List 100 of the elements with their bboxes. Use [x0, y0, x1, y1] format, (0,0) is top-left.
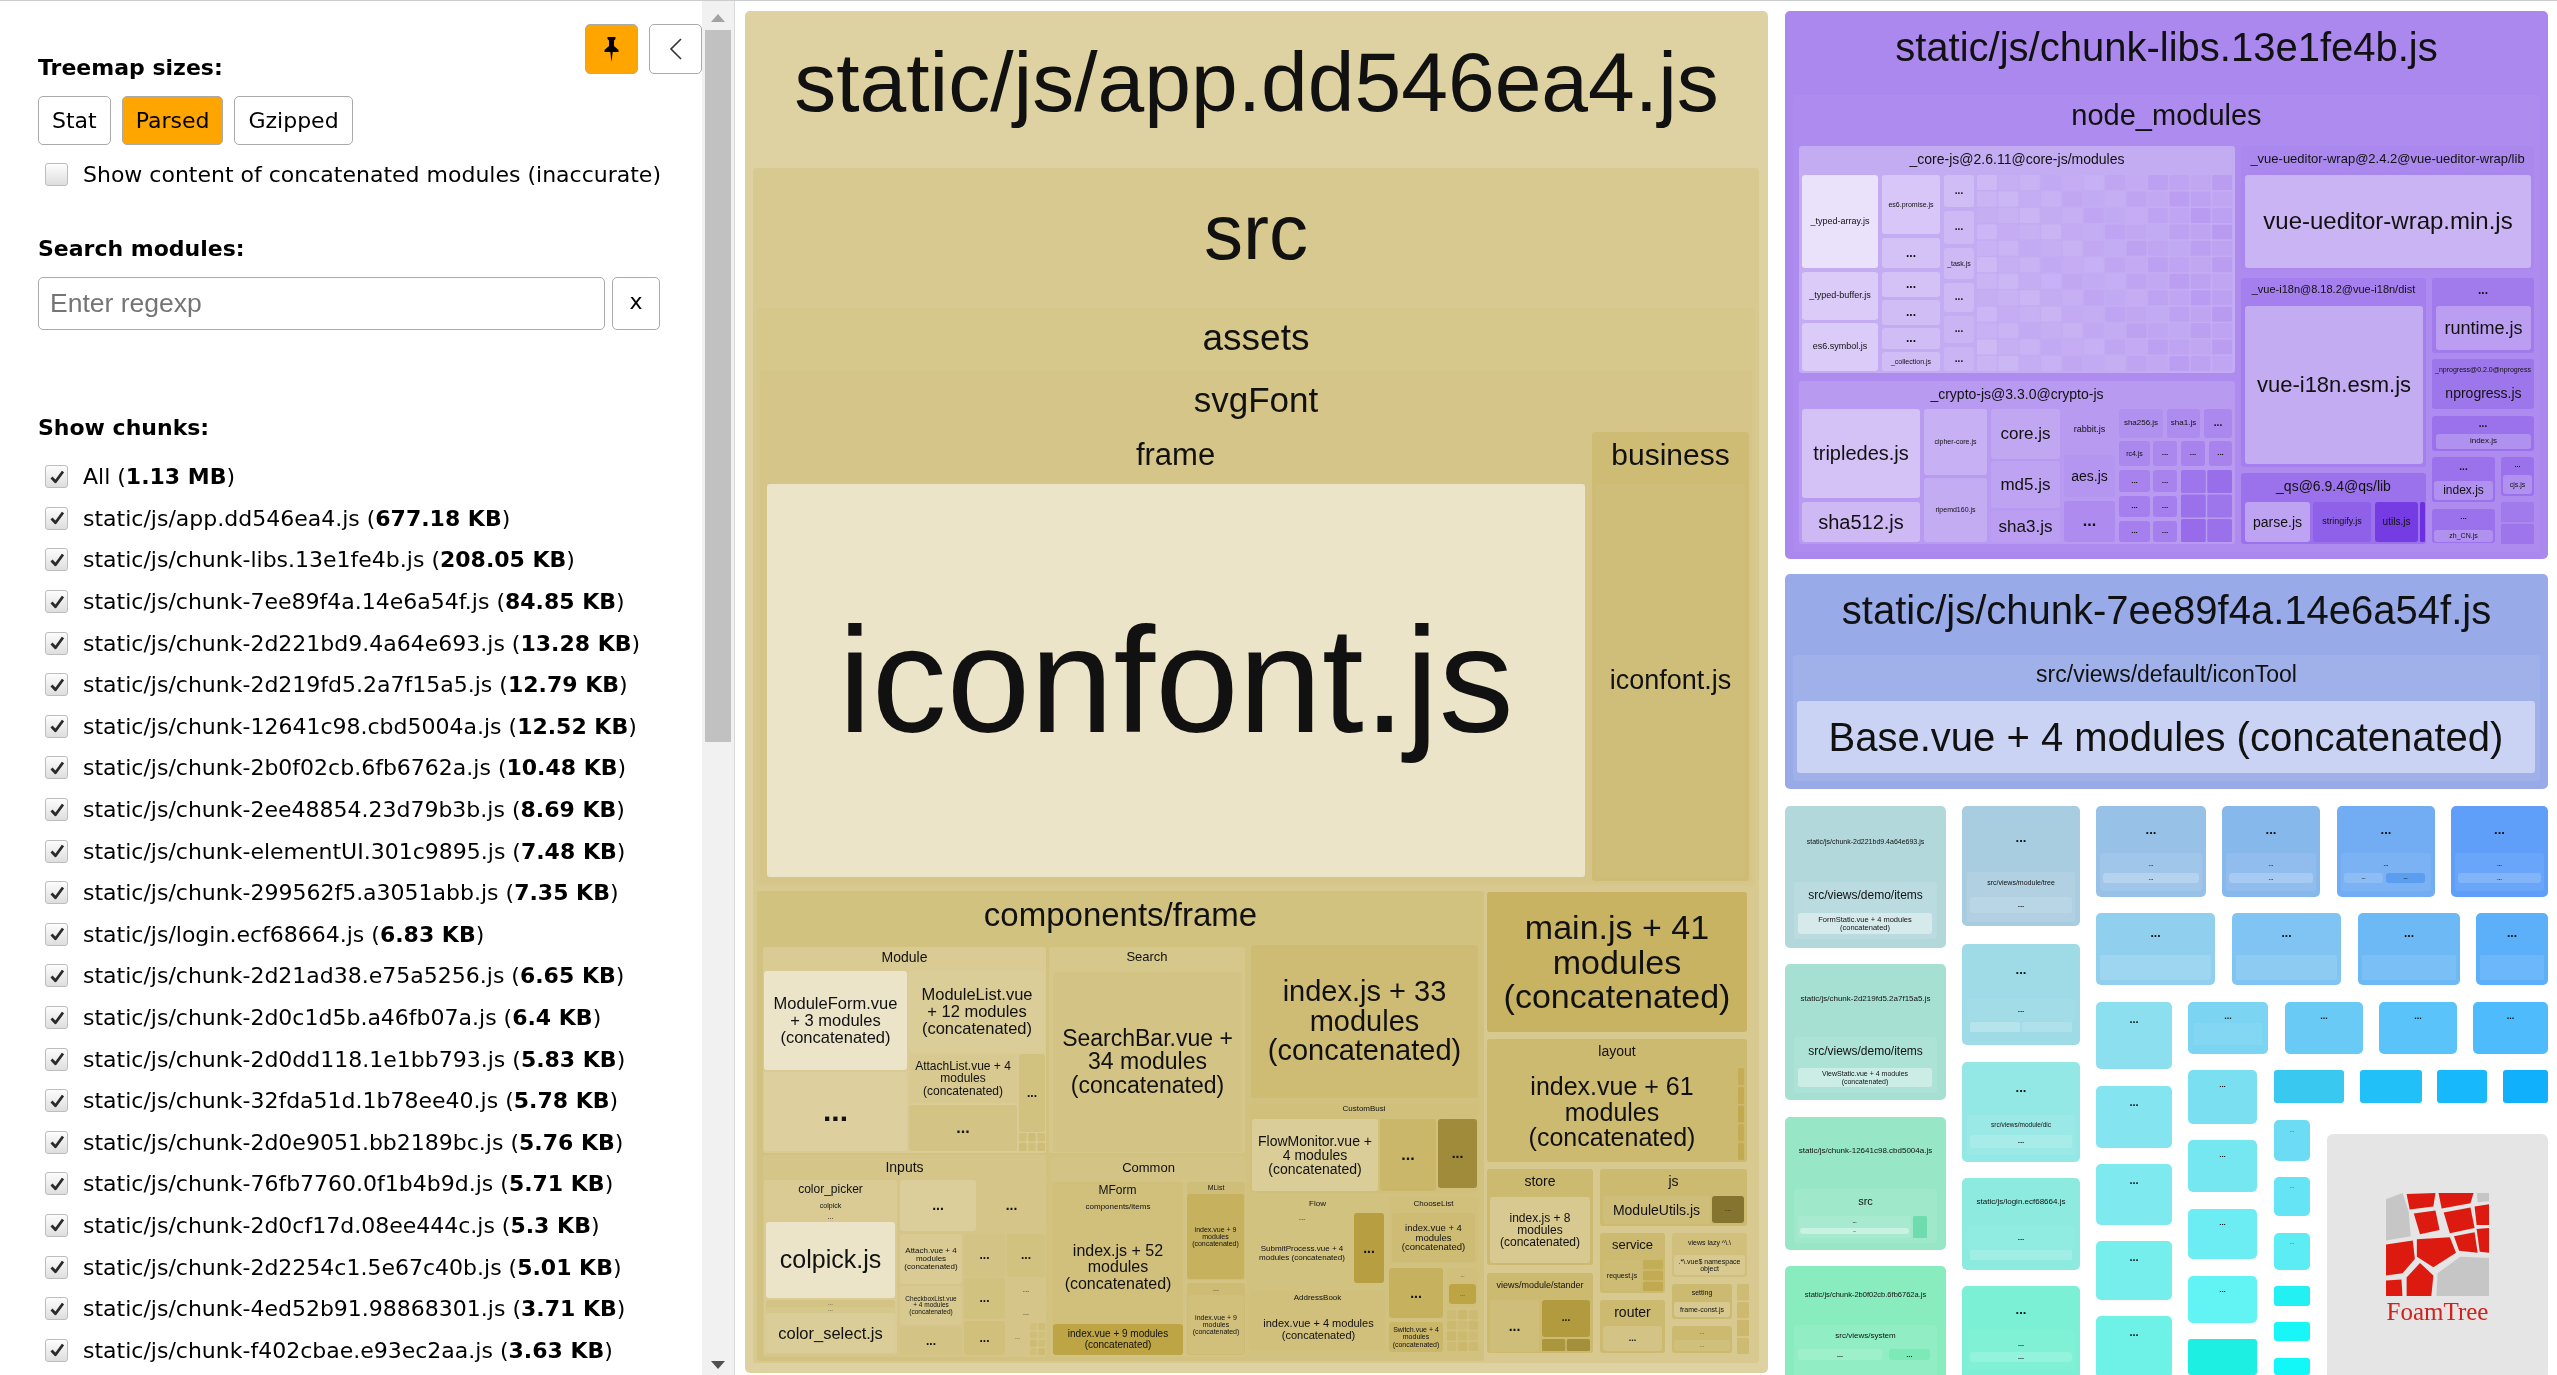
chunk-filter-label[interactable]: static/js/chunk-2d2254c1.5e67c40b.js (5.01 KB)	[83, 1254, 622, 1280]
checkbox[interactable]	[45, 590, 68, 614]
folder-tile[interactable]: _qs@6.9.4@qs/lib parse.js stringify.js utils.js	[2241, 473, 2426, 544]
checkbox[interactable]	[45, 1089, 68, 1113]
chunk-filter-label[interactable]: static/js/chunk-f402cbae.e93ec2aa.js (3.63 KB)	[83, 1337, 613, 1363]
checkbox[interactable]	[45, 714, 68, 738]
chunk-filter-label[interactable]: static/js/chunk-76fb7760.0f1b4b9d.js (5.71 KB)	[83, 1171, 614, 1197]
checkbox[interactable]	[45, 506, 68, 530]
module-tile[interactable]: ...	[1944, 283, 1974, 312]
chunk-tile[interactable]: ...	[2188, 1070, 2257, 1124]
module-tile[interactable]: ...	[2153, 441, 2177, 466]
chunk-filter-label[interactable]: static/js/chunk-2d0cf17d.08ee444c.js (5.3 KB)	[83, 1213, 600, 1238]
chunk-filter-label[interactable]: static/js/chunk-2d21ad38.e75a5256.js (6.65 KB)	[83, 963, 625, 989]
module-tile[interactable]: ...	[1944, 211, 1974, 244]
chunk-filter-label[interactable]: static/js/login.ecf68664.js (6.83 KB)	[83, 921, 485, 947]
module-tile[interactable]: ...	[2153, 470, 2177, 492]
down-arrow-icon[interactable]	[711, 1361, 725, 1369]
module-tile[interactable]: ...	[1882, 272, 1940, 297]
checkbox[interactable]	[45, 1172, 68, 1196]
module-tile[interactable]: ...	[2153, 496, 2177, 517]
checkbox[interactable]	[45, 1255, 68, 1279]
module-tile[interactable]: sha1.js	[2167, 409, 2200, 438]
chunk-filter-label[interactable]: static/js/chunk-2b0f02cb.6fb6762a.js (10.48 KB)	[83, 755, 627, 781]
checkbox[interactable]	[45, 756, 68, 780]
module-tile[interactable]: ...	[2181, 441, 2205, 466]
checkbox[interactable]	[45, 798, 68, 822]
module-tile[interactable]: ...	[2119, 521, 2150, 542]
module-tile[interactable]: ...	[1882, 238, 1940, 268]
module-tile[interactable]: _typed-buffer.js	[1802, 272, 1878, 320]
collapse-button[interactable]	[649, 24, 702, 74]
module-tile[interactable]: ...	[1967, 1226, 2075, 1250]
module-tile[interactable]: ...	[1967, 999, 2075, 1021]
module-tile[interactable]: ...	[1603, 1326, 1662, 1351]
chunk-filter-label[interactable]: static/js/chunk-2d0dd118.1e1bb793.js (5.83 KB)	[83, 1046, 626, 1072]
checkbox[interactable]	[45, 465, 68, 489]
module-tile[interactable]: index.js	[2436, 434, 2531, 449]
chunk-tile[interactable]	[2360, 1070, 2422, 1103]
folder-tile[interactable]: MForm components/items index.js + 52 modules (concatenated) index.vue + 9 modules (concatenated)	[1052, 1182, 1183, 1355]
chunk-filter-label[interactable]: static/js/chunk-elementUI.301c9895.js (7.48 KB)	[83, 838, 626, 864]
checkbox[interactable]	[45, 1130, 68, 1154]
checkbox[interactable]	[45, 964, 68, 988]
checkbox[interactable]	[45, 1047, 68, 1071]
chunk-filter-label[interactable]: All (1.13 MB)	[83, 464, 236, 490]
module-tile[interactable]: ...	[2119, 496, 2150, 517]
chunk-filter-label[interactable]: static/js/chunk-2d221bd9.4a64e693.js (13.28 KB)	[83, 630, 641, 656]
folder-tile[interactable]: CustomBusi FlowMonitor.vue + 4 modules (concatenated) ... ...	[1250, 1103, 1478, 1193]
chunk-tile[interactable]	[2274, 1070, 2344, 1103]
chunk-filter-label[interactable]: static/js/chunk-12641c98.cbd5004a.js (12.52 KB)	[83, 713, 637, 739]
module-tile[interactable]: stringify.js	[2313, 502, 2371, 542]
folder-tile[interactable]: layout index.vue + 61 modules (concatenated)	[1487, 1039, 1747, 1162]
chunk-tile[interactable]: ...	[2188, 1276, 2257, 1323]
size-mode-button[interactable]: Stat	[38, 96, 111, 145]
module-tile[interactable]: _typed-array.js	[1802, 175, 1878, 268]
chunk-filter-label[interactable]: static/js/chunk-2d219fd5.2a7f15a5.js (12.79 KB)	[83, 672, 628, 698]
chunk-tile[interactable]: ...	[2096, 1241, 2172, 1300]
module-tile[interactable]: index.js + 8 modules (concatenated)	[1490, 1197, 1590, 1263]
checkbox[interactable]	[45, 881, 68, 905]
folder-tile[interactable]: ... runtime.js	[2432, 278, 2534, 353]
chunk-filter-label[interactable]: static/js/chunk-libs.13e1fe4b.js (208.05 KB)	[83, 547, 575, 573]
module-tile[interactable]: md5.js	[1991, 461, 2060, 508]
module-tile[interactable]: ...	[2064, 501, 2115, 542]
module-tile[interactable]: ...	[2153, 521, 2177, 542]
module-tile[interactable]: sha3.js	[1991, 511, 2060, 542]
module-tile[interactable]: ...	[1389, 1268, 1443, 1318]
module-tile[interactable]: parse.js	[2245, 502, 2310, 542]
chunk-tile[interactable]: ... ...	[1962, 944, 2080, 1045]
chunk-tile[interactable]: static/js/chunk-7ee89f4a.14e6a54f.js src/views/default/iconTool Base.vue + 4 modules (concatenated)	[1785, 574, 2548, 789]
folder-tile[interactable]: ... index.js	[2432, 457, 2495, 502]
checkbox[interactable]	[45, 839, 68, 863]
module-tile[interactable]: ...	[1380, 1119, 1436, 1191]
module-tile[interactable]: ...	[1882, 328, 1940, 349]
module-tile[interactable]: main.js + 41 modules (concatenated)	[1487, 892, 1747, 1032]
module-tile[interactable]: iconfont.js	[767, 484, 1585, 877]
module-tile[interactable]: index.js	[2434, 481, 2493, 500]
chunk-tile[interactable]: ...	[2285, 1002, 2363, 1054]
folder-tile[interactable]: assets svgFont frame iconfont.js business iconfont.js	[757, 308, 1755, 886]
folder-tile[interactable]: _vue-ueditor-wrap@2.4.2@vue-ueditor-wrap/lib vue-ueditor-wrap.min.js	[2241, 146, 2534, 270]
module-tile[interactable]: ...	[1490, 1300, 1539, 1352]
chunk-tile[interactable]	[2274, 1358, 2310, 1375]
folder-tile[interactable]: views/module/stander ... ...	[1487, 1273, 1593, 1353]
module-tile[interactable]: sha512.js	[1802, 502, 1920, 542]
folder-tile[interactable]: router ...	[1600, 1300, 1665, 1353]
chunk-filter-label[interactable]: static/js/chunk-32fda51d.1b78ee40.js (5.78 KB)	[83, 1088, 619, 1114]
checkbox[interactable]	[45, 163, 68, 186]
module-tile[interactable]: index.vue + 9 modules (concatenated)	[1053, 1324, 1183, 1355]
folder-tile[interactable]: Module ModuleForm.vue + 3 modules (concatenated) ... ModuleList.vue + 12 modules (concatenated) AttachList.vue + 4 modules (concatenated) ... ...	[763, 947, 1046, 1153]
module-tile[interactable]: ...	[1712, 1196, 1744, 1223]
checkbox[interactable]	[45, 1338, 68, 1362]
module-tile[interactable]: ...	[764, 1072, 907, 1151]
module-tile[interactable]: index.js + 33 modules (concatenated)	[1251, 945, 1478, 1098]
checkbox-label[interactable]: Show content of concatenated modules (inaccurate)	[83, 162, 661, 187]
chunk-filter-label[interactable]: static/js/chunk-2d0e9051.bb2189bc.js (5.76 KB)	[83, 1129, 624, 1155]
scrollbar-thumb[interactable]	[705, 30, 731, 742]
module-tile[interactable]: ...	[2119, 470, 2150, 492]
module-tile[interactable]: ...	[1882, 300, 1940, 325]
module-tile[interactable]: index.vue + 4 modules (concatenated)	[1392, 1213, 1475, 1262]
module-tile[interactable]: iconfont.js	[1596, 484, 1745, 877]
module-tile[interactable]: FlowMonitor.vue + 4 modules (concatenated)	[1252, 1119, 1378, 1191]
chunk-tile[interactable]: ...	[2473, 1002, 2548, 1054]
module-tile[interactable]: ...	[1007, 1234, 1045, 1277]
